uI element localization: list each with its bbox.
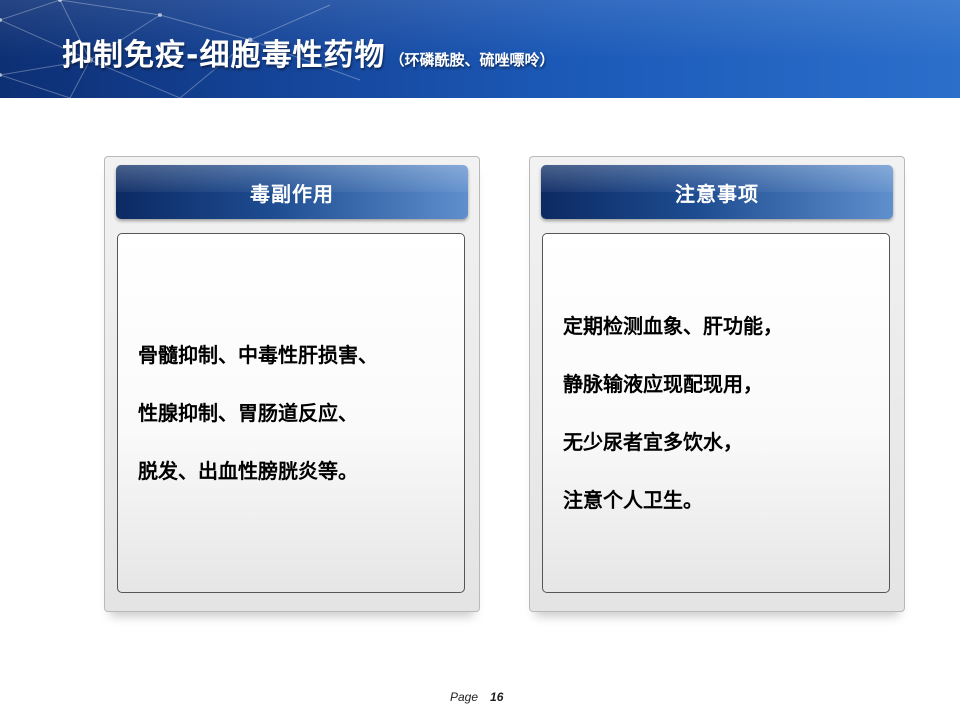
side-effects-line: 性腺抑制、胃肠道反应、 (138, 401, 358, 425)
precautions-header: 注意事项 (541, 165, 893, 219)
title-main: 抑制免疫-细胞毒性药物 (62, 38, 386, 73)
side-effects-header: 毒副作用 (116, 165, 468, 219)
side-effects-line: 骨髓抑制、中毒性肝损害、 (138, 343, 378, 367)
side-effects-body: 骨髓抑制、中毒性肝损害、 性腺抑制、胃肠道反应、 脱发、出血性膀胱炎等。 (117, 233, 465, 593)
precautions-line: 注意个人卫生。 (563, 488, 703, 512)
precautions-body: 定期检测血象、肝功能， 静脉输液应现配现用， 无少尿者宜多饮水， 注意个人卫生。 (542, 233, 890, 593)
precautions-line: 定期检测血象、肝功能， (563, 314, 783, 338)
precautions-line: 静脉输液应现配现用， (563, 372, 763, 396)
precautions-header-label: 注意事项 (675, 181, 759, 206)
title-subtitle: （环磷酰胺、硫唑嘌呤） (389, 51, 555, 69)
side-effects-panel: 毒副作用 骨髓抑制、中毒性肝损害、 性腺抑制、胃肠道反应、 脱发、出血性膀胱炎等… (104, 156, 480, 612)
precautions-line: 无少尿者宜多饮水， (563, 430, 743, 454)
precautions-panel: 注意事项 定期检测血象、肝功能， 静脉输液应现配现用， 无少尿者宜多饮水， 注意… (529, 156, 905, 612)
header-band: 抑制免疫-细胞毒性药物 （环磷酰胺、硫唑嘌呤） (0, 0, 960, 98)
page-number: 16 (490, 690, 504, 704)
side-effects-header-label: 毒副作用 (250, 181, 334, 206)
page-footer: Page 16 (450, 690, 503, 704)
page-label: Page (450, 690, 479, 704)
slide-title: 抑制免疫-细胞毒性药物 （环磷酰胺、硫唑嘌呤） (62, 30, 554, 74)
side-effects-line: 脱发、出血性膀胱炎等。 (138, 459, 358, 483)
